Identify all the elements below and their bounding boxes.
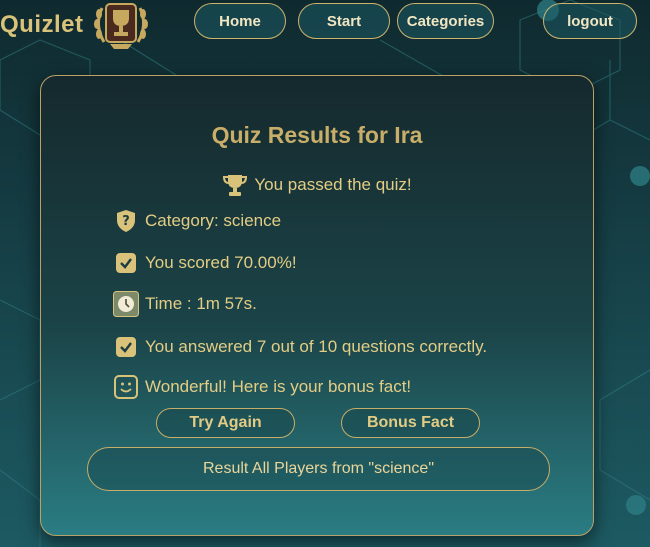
all-players-results-button[interactable]: Result All Players from "science": [87, 447, 550, 491]
clock-icon: [113, 291, 139, 317]
passed-text: You passed the quiz!: [254, 175, 412, 194]
svg-text:?: ?: [122, 214, 130, 229]
nav-home-button[interactable]: Home: [194, 3, 286, 39]
score-text: You scored 70.00%!: [145, 253, 297, 272]
answered-text: You answered 7 out of 10 questions corre…: [145, 337, 488, 356]
bonus-text: Wonderful! Here is your bonus fact!: [145, 377, 412, 396]
results-title: Quiz Results for Ira: [211, 122, 423, 148]
trophy-wreath-icon: [93, 3, 148, 49]
nav-logout-button[interactable]: logout: [543, 3, 637, 39]
time-text: Time : 1m 57s.: [145, 294, 257, 313]
results-card: Quiz Results for Ira You passed the quiz…: [40, 75, 594, 536]
brand: Quizlet: [0, 2, 150, 49]
bonus-fact-button[interactable]: Bonus Fact: [341, 408, 480, 438]
bonus-row: Wonderful! Here is your bonus fact!: [113, 374, 411, 400]
checkbox-icon: [113, 250, 139, 276]
category-text: Category: science: [145, 211, 282, 230]
answered-row: You answered 7 out of 10 questions corre…: [113, 334, 487, 360]
smiley-icon: [113, 374, 139, 400]
try-again-button[interactable]: Try Again: [156, 408, 295, 438]
score-row: You scored 70.00%!: [113, 250, 297, 276]
passed-message: You passed the quiz!: [41, 172, 593, 198]
nav-categories-button[interactable]: Categories: [397, 3, 494, 39]
trophy-icon: [223, 175, 248, 196]
checkbox-icon: [113, 334, 139, 360]
brand-title: Quizlet: [0, 11, 84, 38]
nav-start-button[interactable]: Start: [298, 3, 390, 39]
time-row: Time : 1m 57s.: [113, 291, 257, 317]
question-shield-icon: ?: [113, 208, 139, 234]
category-row: ? Category: science: [113, 208, 281, 234]
